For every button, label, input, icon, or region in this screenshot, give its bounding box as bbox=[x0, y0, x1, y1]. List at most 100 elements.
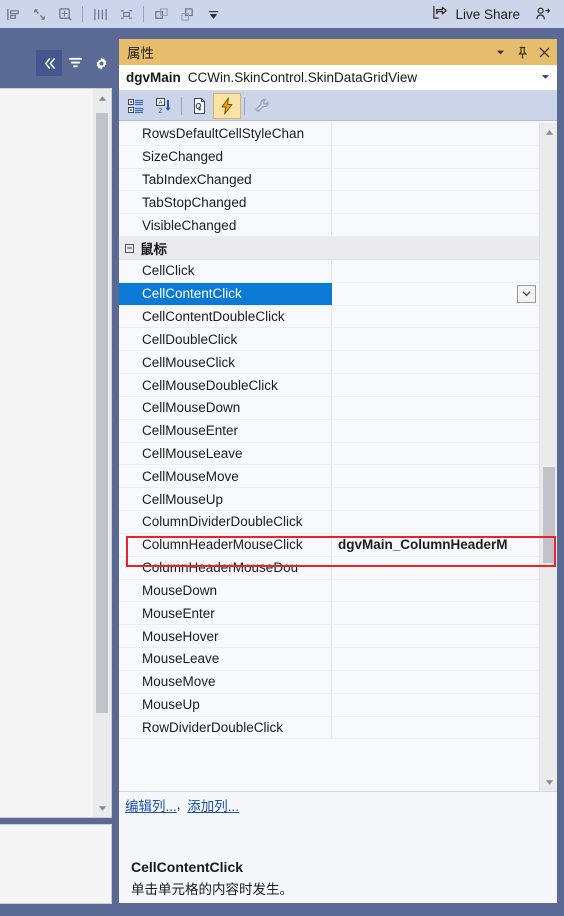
property-row[interactable]: CellMouseDoubleClick bbox=[119, 374, 539, 397]
property-value[interactable] bbox=[332, 694, 539, 716]
property-value[interactable] bbox=[332, 123, 539, 145]
scroll-down-arrow-icon[interactable] bbox=[540, 773, 557, 791]
property-row[interactable]: RowDividerDoubleClick bbox=[119, 716, 539, 740]
settings-button[interactable] bbox=[88, 50, 114, 76]
property-value[interactable] bbox=[332, 397, 539, 419]
property-row[interactable]: TabStopChanged bbox=[119, 191, 539, 215]
property-name: CellMouseClick bbox=[119, 351, 332, 374]
events-button[interactable] bbox=[213, 92, 241, 119]
property-name: CellMouseDown bbox=[119, 396, 332, 419]
scroll-down-arrow-icon[interactable] bbox=[93, 799, 111, 817]
window-menu-button[interactable] bbox=[489, 41, 511, 63]
property-row[interactable]: MouseDown bbox=[119, 579, 539, 603]
categorized-button[interactable] bbox=[122, 93, 150, 119]
live-share-button[interactable]: Live Share bbox=[432, 4, 564, 24]
property-row[interactable]: CellContentDoubleClick bbox=[119, 305, 539, 329]
property-row[interactable]: CellMouseEnter bbox=[119, 419, 539, 443]
property-row[interactable]: TabIndexChanged bbox=[119, 168, 539, 192]
properties-button[interactable] bbox=[185, 93, 213, 119]
scroll-up-arrow-icon[interactable] bbox=[540, 123, 557, 141]
property-value[interactable] bbox=[332, 306, 539, 328]
filter-button[interactable] bbox=[62, 50, 88, 76]
overflow-chevron-icon[interactable] bbox=[200, 2, 226, 26]
property-row[interactable]: CellMouseDown bbox=[119, 396, 539, 420]
property-value[interactable] bbox=[332, 488, 539, 510]
property-row[interactable]: MouseMove bbox=[119, 670, 539, 694]
property-row[interactable]: CellMouseUp bbox=[119, 488, 539, 512]
property-value[interactable] bbox=[332, 237, 539, 259]
property-row[interactable]: ColumnHeaderMouseDou bbox=[119, 556, 539, 580]
property-name: VisibleChanged bbox=[119, 214, 332, 237]
collapse-panel-button[interactable] bbox=[36, 50, 62, 76]
property-value[interactable] bbox=[332, 648, 539, 670]
property-pages-button[interactable] bbox=[248, 93, 276, 119]
property-category-row[interactable]: − 鼠标 bbox=[119, 237, 539, 260]
selected-object-name: dgvMain bbox=[126, 70, 181, 85]
zoom-icon[interactable] bbox=[52, 2, 78, 26]
object-selector-combobox[interactable]: dgvMain CCWin.SkinControl.SkinDataGridVi… bbox=[119, 65, 557, 91]
property-value[interactable] bbox=[332, 351, 539, 373]
send-to-back-icon[interactable] bbox=[174, 2, 200, 26]
property-row[interactable]: CellMouseMove bbox=[119, 465, 539, 489]
scrollbar-thumb[interactable] bbox=[96, 113, 108, 713]
value-dropdown-button[interactable] bbox=[517, 284, 536, 303]
property-value[interactable] bbox=[332, 282, 539, 305]
property-value[interactable] bbox=[332, 214, 539, 236]
property-row[interactable]: CellContentClick bbox=[119, 282, 539, 306]
property-value[interactable] bbox=[332, 328, 539, 350]
property-row[interactable]: MouseUp bbox=[119, 693, 539, 717]
spacing-horizontal-icon[interactable] bbox=[113, 2, 139, 26]
properties-window: 属性 dgvMain CCWin.SkinControl.SkinDataGri… bbox=[118, 38, 558, 904]
chevron-down-icon[interactable] bbox=[540, 70, 553, 85]
property-row[interactable]: CellMouseClick bbox=[119, 351, 539, 375]
property-value[interactable] bbox=[332, 465, 539, 487]
property-row[interactable]: CellDoubleClick bbox=[119, 328, 539, 352]
edit-columns-link[interactable]: 编辑列... bbox=[125, 795, 177, 815]
property-name: CellMouseEnter bbox=[119, 419, 332, 442]
resize-icon[interactable] bbox=[26, 2, 52, 26]
property-value[interactable] bbox=[332, 557, 539, 579]
property-row[interactable]: MouseLeave bbox=[119, 648, 539, 671]
scroll-up-arrow-icon[interactable] bbox=[93, 89, 111, 107]
property-row[interactable]: ColumnHeaderMouseClick dgvMain_ColumnHead… bbox=[119, 533, 539, 557]
property-value[interactable] bbox=[332, 420, 539, 442]
property-row[interactable]: RowsDefaultCellStyleChan bbox=[119, 123, 539, 146]
property-row[interactable]: VisibleChanged bbox=[119, 214, 539, 238]
bring-to-front-icon[interactable] bbox=[148, 2, 174, 26]
property-value[interactable]: dgvMain_ColumnHeaderM bbox=[332, 534, 539, 556]
property-row[interactable]: ColumnDividerDoubleClick bbox=[119, 511, 539, 534]
category-collapse-icon[interactable]: − bbox=[125, 243, 134, 253]
alphabetical-button[interactable]: A Z bbox=[150, 93, 178, 119]
property-value[interactable] bbox=[332, 671, 539, 693]
property-row[interactable]: MouseHover bbox=[119, 625, 539, 649]
align-left-icon[interactable] bbox=[0, 2, 26, 26]
live-share-icon bbox=[432, 4, 449, 24]
pin-button[interactable] bbox=[511, 41, 533, 63]
property-value[interactable] bbox=[332, 625, 539, 647]
property-row[interactable]: CellMouseLeave bbox=[119, 442, 539, 466]
properties-grid-scrollbar[interactable] bbox=[539, 123, 557, 791]
property-value[interactable] bbox=[332, 443, 539, 465]
property-value[interactable] bbox=[332, 717, 539, 739]
property-value[interactable] bbox=[332, 580, 539, 602]
add-column-link[interactable]: 添加列... bbox=[187, 795, 239, 815]
property-row[interactable]: SizeChanged bbox=[119, 145, 539, 169]
property-value[interactable] bbox=[332, 374, 539, 396]
property-row[interactable]: MouseEnter bbox=[119, 602, 539, 626]
property-value[interactable] bbox=[332, 260, 539, 282]
spacing-vertical-icon[interactable] bbox=[87, 2, 113, 26]
property-row[interactable]: CellClick bbox=[119, 259, 539, 283]
property-value[interactable] bbox=[332, 191, 539, 213]
left-panel-scrollbar[interactable] bbox=[93, 89, 111, 817]
add-user-icon[interactable] bbox=[526, 6, 558, 23]
close-button[interactable] bbox=[533, 41, 555, 63]
chevron-down-icon bbox=[496, 50, 504, 54]
window-chrome-band bbox=[0, 28, 564, 38]
filter-icon bbox=[68, 57, 82, 67]
scrollbar-thumb[interactable] bbox=[543, 467, 555, 563]
property-name: CellMouseMove bbox=[119, 465, 332, 488]
property-value[interactable] bbox=[332, 511, 539, 533]
property-value[interactable] bbox=[332, 169, 539, 191]
property-value[interactable] bbox=[332, 602, 539, 624]
property-value[interactable] bbox=[332, 146, 539, 168]
